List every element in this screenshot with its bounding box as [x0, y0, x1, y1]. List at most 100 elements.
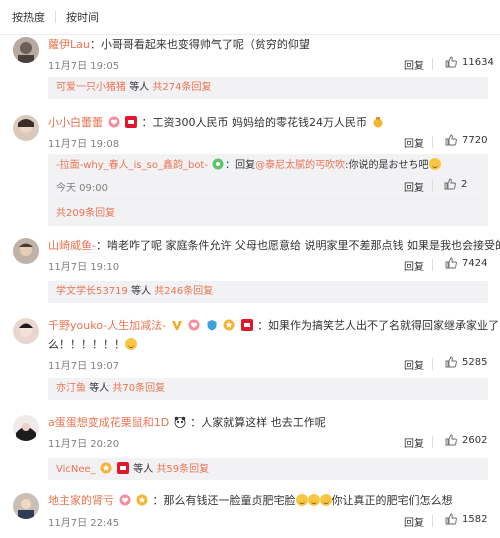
- sub-like-button[interactable]: 2: [444, 178, 467, 190]
- like-count: 7424: [462, 257, 488, 269]
- comment-text-line-2: 么！！！！！！: [48, 338, 125, 351]
- shield-badge-icon: [207, 320, 217, 331]
- avatar-image: [13, 115, 39, 141]
- heart-badge-icon: [119, 494, 130, 506]
- thumbs-up-icon: [445, 56, 457, 68]
- comment-text: ：小哥哥看起来也变得帅气了呢（贫穷的仰望: [89, 38, 310, 51]
- like-button[interactable]: 2602: [445, 434, 487, 446]
- comment-text-tail: 你让真正的肥宅们怎么想: [331, 494, 453, 507]
- star-badge-icon: [223, 319, 235, 331]
- avatar[interactable]: [13, 415, 39, 441]
- double-eleven-badge-icon: [125, 116, 137, 128]
- comment-username[interactable]: 小小白蕾蕾: [48, 116, 103, 129]
- comment-time: 11月7日 19:10: [48, 262, 120, 273]
- like-count: 2602: [462, 434, 488, 446]
- comment-username[interactable]: 山崎威鱼-: [48, 239, 96, 252]
- laugh-emoji-icon: [307, 494, 320, 506]
- money-bag-icon: [373, 117, 382, 128]
- reply-button[interactable]: 回复: [404, 435, 424, 450]
- comment-time: 11月7日 20:20: [48, 439, 120, 450]
- comment-text: ：如果作为搞笑艺人出不了名就得回家继承家业了: [257, 319, 500, 332]
- panda-emoji-icon: [174, 416, 186, 428]
- sort-by-time[interactable]: 按时间: [66, 9, 99, 25]
- sort-bar: 按热度 按时间: [0, 0, 500, 35]
- comment-username[interactable]: 蘿伊Lau: [48, 38, 90, 51]
- heart-badge-icon: [188, 319, 200, 331]
- avatar[interactable]: [13, 238, 39, 264]
- laugh-emoji-icon: [125, 338, 137, 350]
- comment-time: 11月7日 22:45: [48, 518, 120, 529]
- reply-summary-others: 等人: [89, 383, 110, 394]
- comment-username[interactable]: 地主家的肾亏: [48, 494, 114, 507]
- thumbs-up-icon: [445, 134, 457, 146]
- comment-text: ：那么有钱还一脸童贞肥宅脸: [152, 494, 296, 507]
- comment-username[interactable]: a蛋蛋想变成花栗鼠和1D: [48, 416, 169, 429]
- comment-text: ：工资300人民币 妈妈给的零花钱24万人民币: [141, 116, 368, 129]
- sub-reply-time: 今天 09:00: [56, 183, 108, 194]
- comment-username[interactable]: 千野youko-人生加减法-: [48, 319, 166, 332]
- like-button[interactable]: 7424: [445, 257, 487, 269]
- reply-summary-user[interactable]: VicNee_: [56, 464, 96, 475]
- action-divider: [432, 180, 433, 192]
- sub-reply-label: ：回复: [225, 160, 256, 171]
- avatar[interactable]: [13, 37, 39, 63]
- reply-button[interactable]: 回复: [404, 258, 424, 273]
- comment-time: 11月7日 19:07: [48, 361, 120, 372]
- thumbs-up-icon: [445, 356, 457, 368]
- like-button[interactable]: 7720: [445, 134, 487, 146]
- comment-text: ：人家就算这样 也去工作呢: [190, 416, 326, 429]
- like-count: 2: [461, 178, 468, 190]
- laugh-emoji-icon: [428, 158, 441, 170]
- sort-divider: [55, 11, 56, 23]
- sort-by-hot[interactable]: 按热度: [12, 9, 45, 25]
- reply-summary-user[interactable]: 亦汀鱼: [56, 383, 86, 394]
- comment-time: 11月7日 19:08: [48, 139, 120, 150]
- sub-reply-button[interactable]: 回复: [404, 179, 424, 194]
- sub-reply-username[interactable]: -拉面-why_春人_is_so_鑫韵_bot-: [56, 160, 208, 171]
- comment-text: ：啃老咋了呢 家庭条件允许 父母也愿意给 说明家里不差那点钱 如果是我也会接受的: [95, 239, 500, 252]
- avatar-image: [13, 493, 39, 519]
- reply-summary: 亦汀鱼 等人 共70条回复: [48, 378, 488, 400]
- reply-summary-user[interactable]: 可爱一只小猪猪: [56, 82, 126, 93]
- action-divider: [432, 358, 433, 370]
- avatar-image: [13, 415, 39, 441]
- like-button[interactable]: 11634: [445, 56, 494, 68]
- reply-button[interactable]: 回复: [404, 57, 424, 72]
- more-replies-link[interactable]: 共70条回复: [112, 383, 165, 394]
- action-divider: [432, 136, 433, 148]
- more-replies-link[interactable]: 共246条回复: [154, 286, 213, 297]
- reply-button[interactable]: 回复: [404, 135, 424, 150]
- like-button[interactable]: 1582: [445, 513, 487, 525]
- laugh-emoji-icon: [319, 494, 332, 506]
- reply-button[interactable]: 回复: [404, 357, 424, 372]
- avatar-image: [13, 37, 39, 63]
- thumbs-up-icon: [445, 257, 457, 269]
- thumbs-up-icon: [444, 178, 456, 190]
- action-divider: [432, 436, 433, 448]
- reply-summary: 学文学长53719 等人 共246条回复: [48, 281, 488, 303]
- like-count: 7720: [462, 134, 488, 146]
- reply-summary-user[interactable]: 学文学长53719: [56, 286, 128, 297]
- avatar[interactable]: [13, 318, 39, 344]
- thumbs-up-icon: [445, 513, 457, 525]
- like-button[interactable]: 5285: [445, 356, 487, 368]
- star-badge-icon: [100, 462, 112, 474]
- avatar-image: [13, 318, 39, 344]
- avatar[interactable]: [13, 493, 39, 519]
- v-verified-icon: [171, 321, 182, 330]
- thumbs-up-icon: [445, 434, 457, 446]
- reply-summary: VicNee_ 等人 共59条回复: [48, 458, 488, 480]
- like-count: 11634: [462, 56, 494, 68]
- laugh-emoji-icon: [295, 494, 308, 506]
- sub-reply-mention[interactable]: @泰尼太腻的丐吹吹: [255, 160, 345, 171]
- more-replies-link[interactable]: 共274条回复: [152, 82, 211, 93]
- sub-reply: -拉面-why_春人_is_so_鑫韵_bot- ：回复@泰尼太腻的丐吹吹:你说…: [56, 158, 441, 174]
- reply-button[interactable]: 回复: [404, 514, 424, 529]
- divider-line: [56, 199, 480, 200]
- action-divider: [432, 515, 433, 527]
- more-replies-link[interactable]: 共59条回复: [156, 464, 209, 475]
- more-replies-link[interactable]: 共209条回复: [56, 208, 115, 219]
- avatar[interactable]: [13, 115, 39, 141]
- reply-summary: 可爱一只小猪猪 等人 共274条回复: [48, 77, 488, 99]
- star-badge-icon: [136, 494, 148, 506]
